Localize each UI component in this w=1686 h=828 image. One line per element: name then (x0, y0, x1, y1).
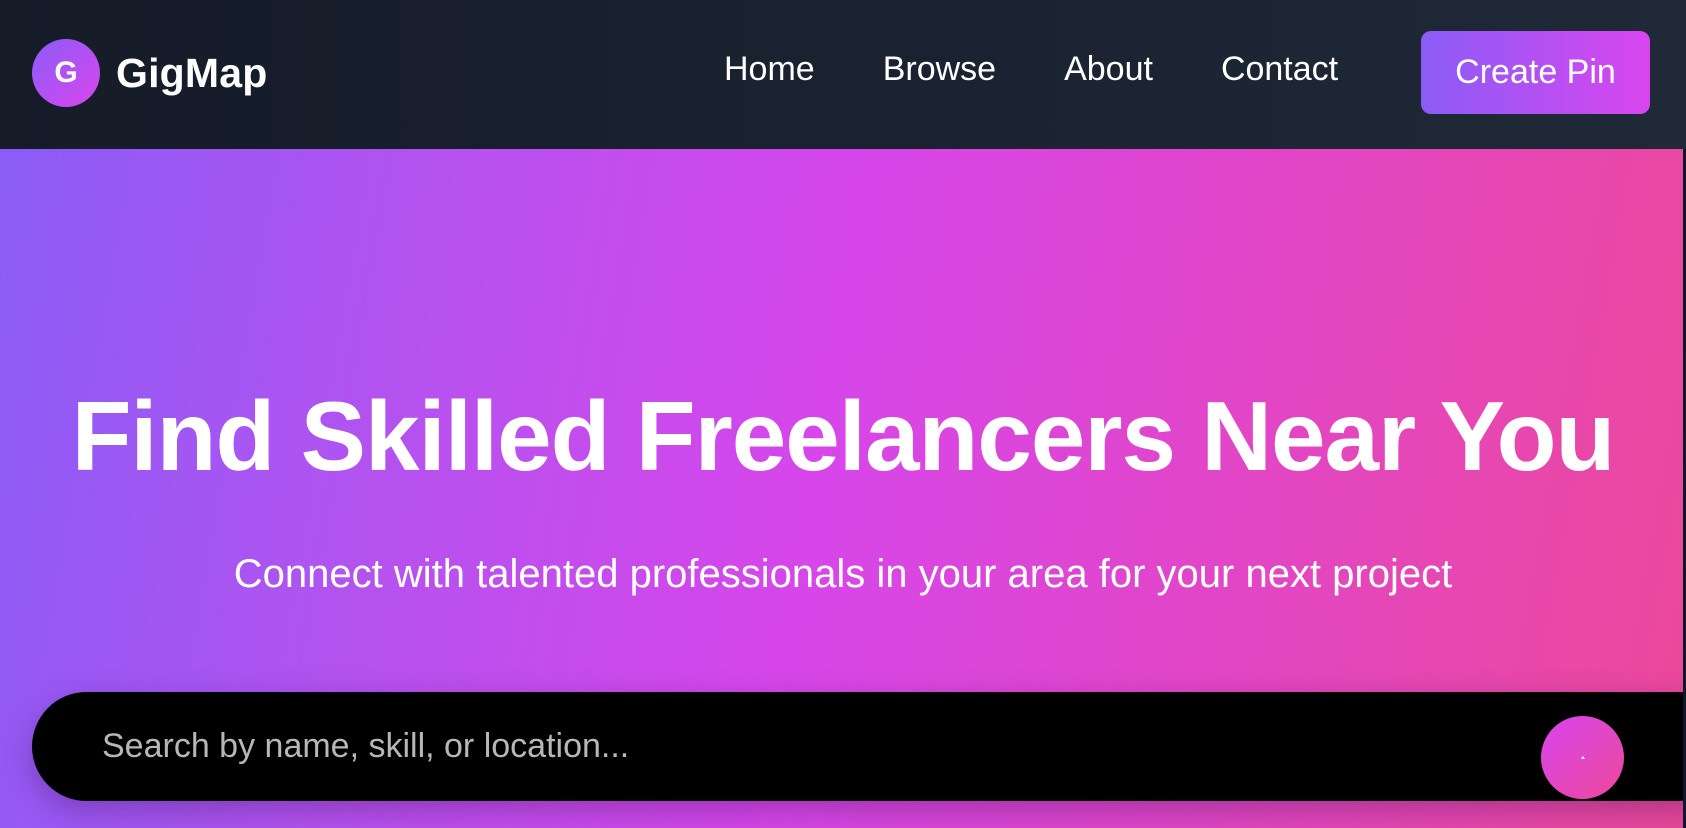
search-icon (1579, 754, 1587, 762)
search-button[interactable] (1541, 716, 1624, 799)
nav-link-home[interactable]: Home (724, 50, 815, 89)
brand[interactable]: G GigMap (32, 39, 268, 107)
hero-subtitle: Connect with talented professionals in y… (233, 552, 1453, 596)
hero-title: Find Skilled Freelancers Near You (71, 381, 1616, 491)
nav-link-about[interactable]: About (1064, 50, 1153, 89)
create-pin-button[interactable]: Create Pin (1421, 31, 1650, 114)
logo-badge: G (32, 39, 100, 107)
nav-link-contact[interactable]: Contact (1221, 50, 1338, 89)
nav-link-browse[interactable]: Browse (883, 50, 996, 89)
hero-section: Find Skilled Freelancers Near You Connec… (0, 149, 1686, 828)
search-input[interactable] (100, 692, 1500, 801)
brand-name: GigMap (116, 49, 268, 96)
top-navbar: G GigMap Home Browse About Contact Creat… (0, 0, 1686, 149)
main-nav: Home Browse About Contact (724, 50, 1338, 89)
search-bar (32, 692, 1686, 801)
